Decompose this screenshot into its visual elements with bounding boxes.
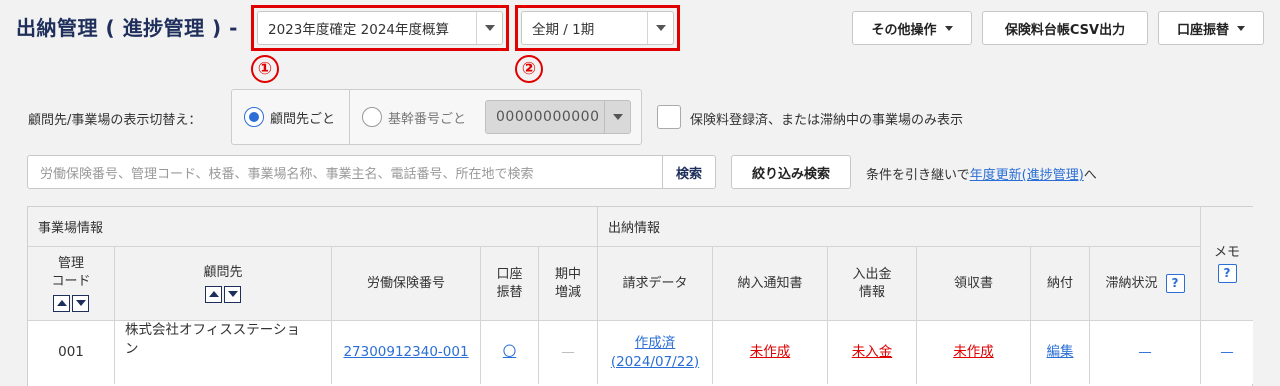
change-value: —	[561, 344, 575, 361]
col-code-label-2: コード	[51, 274, 91, 289]
cell-arrears: —	[1089, 320, 1200, 384]
col-header-insurance-no: 労働保険番号	[331, 247, 480, 320]
csv-export-button[interactable]: 保険料台帳CSV出力	[982, 11, 1148, 45]
page-title: 出納管理 ( 進捗管理 ) -	[16, 16, 238, 40]
cell-inout: 未入金	[827, 320, 916, 384]
col-header-receipt: 領収書	[916, 247, 1030, 320]
cell-client-line-2: ン	[125, 340, 139, 357]
sort-asc-icon[interactable]	[53, 294, 70, 312]
cell-code: 001	[28, 320, 114, 384]
group-header-cash: 出納情報	[597, 207, 1200, 247]
col-client-label: 顧問先	[203, 265, 243, 281]
col-header-code: 管理 コード	[28, 247, 114, 320]
radio-selected-icon	[244, 107, 264, 127]
memo-value[interactable]: —	[1220, 343, 1234, 362]
base-code-value: 00000000000	[496, 109, 600, 125]
col-header-client: 顧問先	[114, 247, 331, 320]
radio-base-label: 基幹番号ごと	[388, 111, 467, 127]
marker-1: ①	[251, 55, 279, 83]
arrears-value: —	[1138, 344, 1152, 361]
col-header-inout: 入出金 情報	[827, 247, 916, 320]
receipt-link[interactable]: 未作成	[953, 343, 994, 362]
highlight-box-2	[515, 5, 680, 51]
col-code-label-1: 管理	[57, 256, 84, 272]
col-inout-label-1: 入出金	[852, 266, 892, 282]
billing-status: 作成済	[634, 334, 676, 351]
chevron-down-icon	[1237, 25, 1245, 31]
help-icon[interactable]: ?	[1165, 274, 1185, 293]
col-header-payment: 納付	[1030, 247, 1089, 320]
view-toggle-label: 顧問先/事業場の表示切替え：	[28, 113, 202, 128]
transfer-link[interactable]: 〇	[503, 343, 517, 362]
sort-desc-icon[interactable]	[224, 285, 241, 303]
col-memo-label: メモ	[1213, 245, 1240, 261]
carry-over-text: 条件を引き継いで年度更新(進捗管理)へ	[866, 164, 1097, 183]
marker-2: ②	[515, 55, 543, 83]
help-icon[interactable]: ?	[1217, 263, 1237, 283]
col-change-label-2: 増減	[554, 284, 581, 300]
cell-insurance-no: 27300912340-001	[331, 320, 480, 384]
search-placeholder: 労働保険番号、管理コード、枝番、事業場名称、事業主名、電話番号、所在地で検索	[40, 166, 534, 182]
col-change-label-1: 期中	[554, 266, 581, 282]
cell-notice: 未作成	[712, 320, 827, 384]
chevron-down-icon	[944, 25, 953, 31]
col-header-change: 期中 増減	[538, 247, 597, 320]
billing-date: (2024/07/22)	[610, 353, 700, 370]
cell-memo: —	[1200, 320, 1253, 384]
col-header-transfer: 口座 振替	[480, 247, 538, 320]
chevron-down-icon	[604, 101, 630, 133]
col-inout-label-2: 情報	[858, 284, 885, 300]
sort-buttons	[53, 294, 89, 312]
account-transfer-label: 口座振替	[1176, 22, 1229, 38]
other-operations-button[interactable]: その他操作	[852, 11, 972, 45]
refine-search-button[interactable]: 絞り込み検索	[731, 155, 851, 189]
sort-asc-icon[interactable]	[205, 285, 222, 303]
account-transfer-button[interactable]: 口座振替	[1158, 11, 1264, 45]
radio-client-option[interactable]: 顧問先ごと	[232, 90, 349, 144]
carry-over-suffix: へ	[1083, 168, 1097, 183]
progress-table: 事業場情報 出納情報 管理 コード 顧問先 労働保険番号 口座 振替 期中 増減…	[27, 206, 1253, 386]
sort-buttons	[205, 285, 241, 303]
sort-desc-icon[interactable]	[72, 294, 89, 312]
inout-link[interactable]: 未入金	[852, 343, 893, 362]
search-input[interactable]: 労働保険番号、管理コード、枝番、事業場名称、事業主名、電話番号、所在地で検索	[27, 155, 663, 189]
csv-export-label: 保険料台帳CSV出力	[1004, 22, 1126, 38]
col-header-notice: 納入通知書	[712, 247, 827, 320]
cell-client: 株式会社オフィスステーショ ン	[114, 320, 331, 384]
col-transfer-label-1: 口座	[496, 266, 523, 282]
col-header-billing: 請求データ	[597, 247, 712, 320]
search-button[interactable]: 検索	[662, 155, 716, 189]
cell-transfer: 〇	[480, 320, 538, 384]
view-toggle-group: 顧問先ごと 基幹番号ごと 00000000000	[231, 89, 642, 145]
annual-update-link[interactable]: 年度更新(進捗管理)	[970, 168, 1084, 183]
registered-only-label: 保険料登録済、または滞納中の事業場のみ表示	[690, 113, 964, 128]
radio-unselected-icon	[362, 107, 382, 127]
radio-client-label: 顧問先ごと	[270, 111, 336, 127]
col-arrears-label: 滞納状況	[1105, 275, 1158, 291]
cell-payment: 編集	[1030, 320, 1089, 384]
insurance-no-link[interactable]: 27300912340-001	[343, 343, 468, 362]
col-header-memo: メモ ?	[1200, 207, 1253, 320]
radio-base-option[interactable]: 基幹番号ごと	[350, 90, 480, 144]
cell-receipt: 未作成	[916, 320, 1030, 384]
cell-client-line-1: 株式会社オフィスステーショ	[125, 322, 300, 338]
group-header-business: 事業場情報	[28, 207, 597, 247]
notice-link[interactable]: 未作成	[750, 343, 791, 362]
carry-over-prefix: 条件を引き継いで	[866, 168, 970, 183]
cell-billing: 作成済 (2024/07/22)	[597, 320, 712, 384]
col-header-arrears: 滞納状況 ?	[1089, 247, 1200, 320]
billing-link[interactable]: 作成済 (2024/07/22)	[611, 334, 699, 372]
refine-search-label: 絞り込み検索	[751, 166, 830, 182]
other-operations-label: その他操作	[871, 22, 937, 38]
base-code-select[interactable]: 00000000000	[485, 100, 631, 134]
col-transfer-label-2: 振替	[496, 284, 523, 300]
cell-change: —	[538, 320, 597, 384]
registered-only-checkbox[interactable]	[657, 105, 681, 129]
payment-edit-link[interactable]: 編集	[1047, 343, 1074, 362]
highlight-box-1	[251, 5, 509, 51]
